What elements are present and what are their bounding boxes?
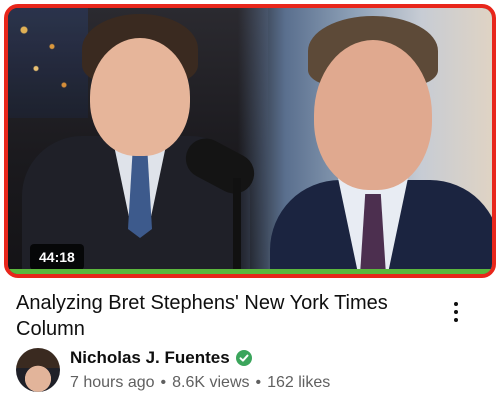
- channel-avatar[interactable]: [16, 348, 60, 392]
- more-vert-icon[interactable]: [444, 296, 468, 328]
- watch-progress-bar: [8, 269, 492, 274]
- video-meta: 7 hours ago • 8.6K views • 162 likes: [70, 374, 330, 392]
- person-left-face: [90, 38, 190, 156]
- menu-dot: [454, 302, 458, 306]
- check-circle-icon: [235, 350, 252, 366]
- microphone-stand: [233, 178, 241, 274]
- menu-dot: [454, 318, 458, 322]
- like-count: 162 likes: [267, 374, 331, 391]
- meta-separator: •: [255, 374, 262, 391]
- meta-separator: •: [160, 374, 167, 391]
- menu-dot: [454, 310, 458, 314]
- view-count: 8.6K views: [172, 374, 250, 391]
- upload-time: 7 hours ago: [70, 374, 155, 391]
- duration-badge: 44:18: [30, 244, 84, 270]
- person-right-face: [314, 40, 432, 190]
- channel-name[interactable]: Nicholas J. Fuentes: [70, 348, 230, 368]
- video-thumbnail[interactable]: 44:18: [4, 4, 496, 278]
- city-background: [8, 8, 88, 118]
- channel-row: Nicholas J. Fuentes: [70, 348, 252, 368]
- video-title[interactable]: Analyzing Bret Stephens' New York Times …: [16, 290, 426, 342]
